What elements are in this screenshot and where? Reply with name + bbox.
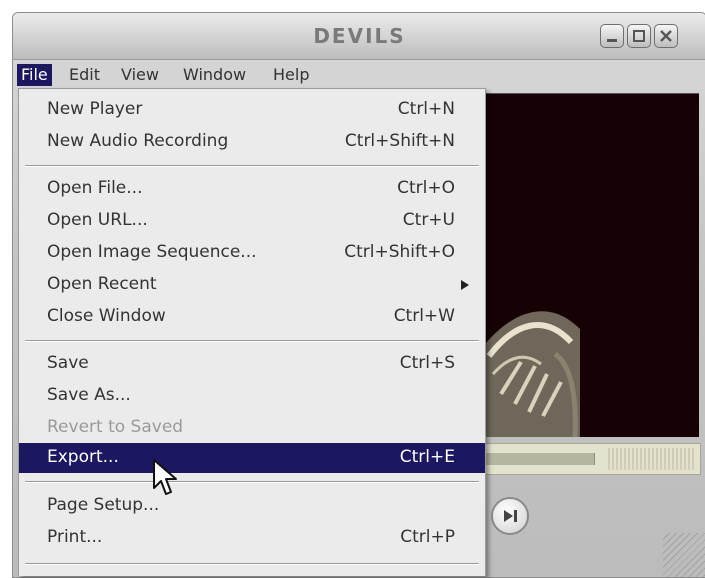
menu-item-page-setup[interactable]: Page Setup... xyxy=(19,491,485,521)
menu-item-new-player[interactable]: New Player Ctrl+N xyxy=(19,95,485,125)
scrub-bar[interactable] xyxy=(485,443,701,475)
minimize-button[interactable] xyxy=(600,24,624,48)
maximize-icon xyxy=(633,30,645,42)
menu-item-open-recent[interactable]: Open Recent xyxy=(19,270,485,300)
menu-item-save-as[interactable]: Save As... xyxy=(19,381,485,411)
menu-separator xyxy=(25,481,479,483)
menu-item-new-audio-recording[interactable]: New Audio Recording Ctrl+Shift+N xyxy=(19,127,485,157)
menu-item-shortcut: Ctrl+W xyxy=(393,306,455,326)
close-button[interactable] xyxy=(654,24,678,48)
menu-item-shortcut: Ctrl+Shift+O xyxy=(344,242,455,262)
close-icon xyxy=(660,30,672,42)
title-bar[interactable]: DEVILS xyxy=(13,13,705,60)
menu-item-shortcut: Ctr+U xyxy=(402,210,455,230)
menu-item-label: Print... xyxy=(47,527,103,547)
menu-item-shortcut: Ctrl+Shift+N xyxy=(344,131,455,151)
menu-item-label: Close Window xyxy=(47,306,166,326)
file-menu: New Player Ctrl+N New Audio Recording Ct… xyxy=(18,88,486,576)
play-next-button[interactable] xyxy=(491,497,529,535)
menu-item-revert-to-saved: Revert to Saved xyxy=(19,413,485,443)
menu-item-shortcut: Ctrl+S xyxy=(399,353,455,373)
video-frame-image xyxy=(485,94,699,437)
menu-item-open-url[interactable]: Open URL... Ctr+U xyxy=(19,206,485,236)
menu-item-print[interactable]: Print... Ctrl+P xyxy=(19,523,485,553)
menu-item-label: Open Image Sequence... xyxy=(47,242,257,262)
submenu-arrow-icon xyxy=(461,280,469,290)
menu-separator xyxy=(25,165,479,167)
minimize-icon xyxy=(607,39,617,42)
menu-separator xyxy=(25,340,479,342)
mouse-pointer-icon xyxy=(153,459,177,495)
menu-view[interactable]: View xyxy=(117,64,163,86)
volume-grip[interactable] xyxy=(608,448,694,470)
menu-item-open-image-sequence[interactable]: Open Image Sequence... Ctrl+Shift+O xyxy=(19,238,485,268)
menu-help[interactable]: Help xyxy=(269,64,313,86)
menu-item-open-file[interactable]: Open File... Ctrl+O xyxy=(19,174,485,204)
menu-item-shortcut: Ctrl+P xyxy=(400,527,455,547)
play-next-icon xyxy=(504,510,517,522)
playback-progress xyxy=(486,453,595,465)
menu-item-label: New Audio Recording xyxy=(47,131,229,151)
menu-item-export[interactable]: Export... Ctrl+E xyxy=(19,443,485,473)
menu-separator xyxy=(25,563,479,565)
video-display[interactable] xyxy=(485,93,699,437)
menu-item-label: Open Recent xyxy=(47,274,157,294)
menu-item-label: New Player xyxy=(47,99,143,119)
menu-item-label: Export... xyxy=(47,447,119,467)
resize-grip[interactable] xyxy=(663,533,705,577)
menu-bar: File Edit View Window Help xyxy=(13,61,705,89)
menu-item-shortcut: Ctrl+O xyxy=(397,178,455,198)
menu-item-label: Save As... xyxy=(47,385,131,405)
menu-file[interactable]: File xyxy=(17,64,52,86)
menu-item-shortcut: Ctrl+N xyxy=(397,99,455,119)
menu-item-close-window[interactable]: Close Window Ctrl+W xyxy=(19,302,485,332)
menu-item-label: Save xyxy=(47,353,89,373)
menu-edit[interactable]: Edit xyxy=(65,64,104,86)
menu-item-label: Open File... xyxy=(47,178,143,198)
menu-item-save[interactable]: Save Ctrl+S xyxy=(19,349,485,379)
menu-item-label: Page Setup... xyxy=(47,495,160,515)
menu-item-shortcut: Ctrl+E xyxy=(399,447,455,467)
maximize-button[interactable] xyxy=(627,24,651,48)
menu-item-label: Open URL... xyxy=(47,210,148,230)
menu-item-label: Revert to Saved xyxy=(47,417,184,437)
menu-window[interactable]: Window xyxy=(179,64,250,86)
